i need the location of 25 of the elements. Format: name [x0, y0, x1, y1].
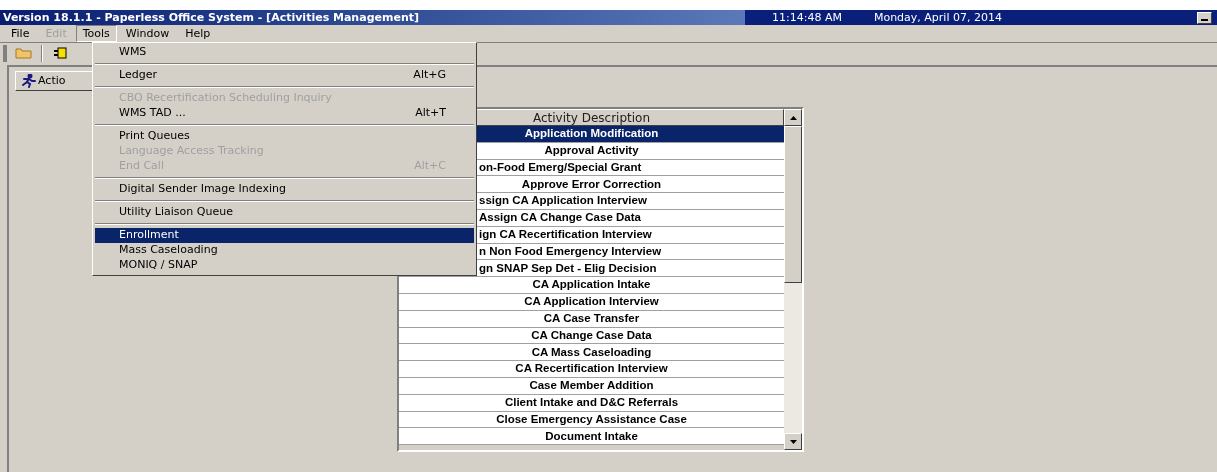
folder-icon — [15, 47, 33, 59]
plug-icon — [53, 47, 67, 59]
menu-item[interactable]: File — [4, 25, 37, 42]
minimize-button[interactable] — [1197, 11, 1212, 24]
window-title: Version 18.1.1 - Paperless Office System - [Activities Management] — [2, 12, 419, 23]
scrollbar[interactable] — [784, 109, 802, 450]
clock-time: 11:14:48 AM — [772, 12, 842, 23]
activity-row[interactable]: CA Recertification Interview — [399, 361, 784, 378]
menu-entry[interactable]: Enrollment — [95, 228, 474, 243]
scroll-down-button[interactable] — [784, 433, 802, 450]
toolbar-grip — [3, 44, 7, 62]
menu-item[interactable]: Tools — [75, 25, 117, 42]
menu-entry[interactable]: WMS — [95, 45, 474, 60]
down-arrow-icon — [789, 439, 797, 444]
minimize-icon — [1201, 18, 1208, 21]
up-arrow-icon — [789, 115, 797, 120]
menu-item[interactable]: Window — [118, 25, 177, 42]
date-label: Monday, April 07, 2014 — [873, 12, 1002, 23]
activity-row[interactable]: CA Mass Caseloading — [399, 344, 784, 362]
running-figure-icon — [20, 74, 36, 88]
scroll-up-button[interactable] — [784, 109, 802, 126]
scroll-thumb[interactable] — [784, 126, 802, 283]
activity-row[interactable]: CA Application Intake — [399, 277, 784, 294]
menu-item[interactable]: Help — [178, 25, 218, 42]
activity-row[interactable]: Document Intake — [399, 428, 784, 446]
